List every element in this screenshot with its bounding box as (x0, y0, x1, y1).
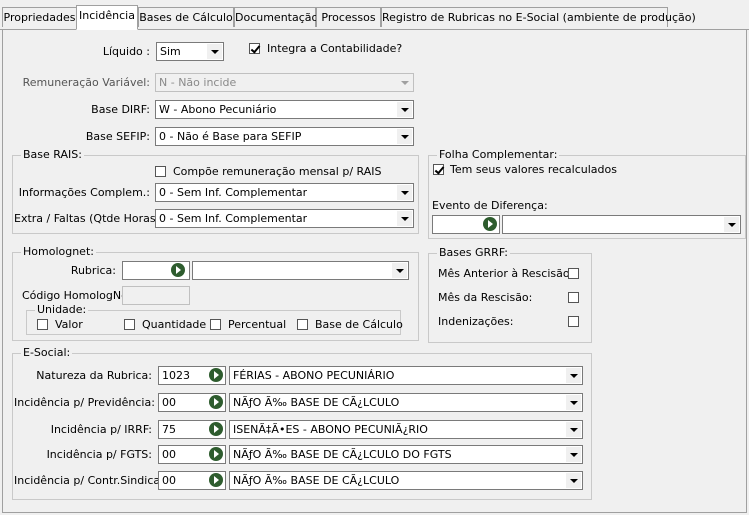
incidencia-contr-sindical-label: Incidência p/ Contr.Sindical: (14, 474, 167, 487)
base-rais-title: Base RAIS: (21, 148, 84, 162)
tab-documentacao[interactable]: Documentação (234, 7, 318, 27)
go-arrow-icon[interactable] (209, 422, 223, 436)
incidencia-contr-sindical-code-value: 00 (162, 474, 176, 487)
extra-faltas-value: 0 - Sem Inf. Complementar (159, 212, 308, 225)
natureza-rubrica-label: Natureza da Rubrica: (36, 369, 152, 382)
dirf-value: W - Abono Pecuniário (159, 103, 277, 116)
chevron-down-icon[interactable] (392, 263, 407, 278)
dirf-label: Base DIRF: (91, 103, 150, 116)
tab-bar: Propriedades Incidência Bases de Cálculo… (0, 0, 749, 30)
grrf-mes-rescisao-checkbox[interactable] (568, 292, 579, 303)
esocial-title: E-Social: (21, 346, 73, 360)
grrf-mes-anterior-checkbox[interactable] (568, 268, 579, 279)
grrf-indenizacoes-checkbox[interactable] (568, 316, 579, 327)
remuneracao-value: N - Não incide (159, 76, 237, 89)
unidade-title: Unidade: (35, 303, 89, 317)
chevron-down-icon[interactable] (397, 211, 412, 226)
remuneracao-label: Remuneração Variável: (22, 76, 150, 89)
incidencia-contr-sindical-select[interactable]: NÃƒO Ã‰ BASE DE CÃ¿LCULO (229, 471, 583, 490)
incidencia-irrf-value: ISENÃ‡Ã•ES - ABONO PECUNIÃ¿RIO (233, 423, 428, 436)
tab-bases-de-calculo[interactable]: Bases de Cálculo (138, 7, 234, 27)
dirf-select[interactable]: W - Abono Pecuniário (155, 100, 414, 119)
chevron-down-icon[interactable] (566, 447, 581, 462)
chevron-down-icon[interactable] (397, 185, 412, 200)
codigo-homolognet-input[interactable] (122, 286, 190, 305)
codigo-homolognet-label: Código HomologNet (22, 289, 133, 302)
evento-diferenca-label: Evento de Diferença: (432, 199, 548, 212)
grrf-mes-rescisao-label: Mês da Rescisão: (438, 291, 533, 304)
incidencia-fgts-select[interactable]: NÃƒO Ã‰ BASE DE CÃ¿LCULO DO FGTS (229, 445, 583, 464)
tab-propriedades[interactable]: Propriedades (2, 7, 77, 27)
chevron-down-icon[interactable] (566, 368, 581, 383)
go-arrow-icon[interactable] (209, 395, 223, 409)
evento-select[interactable] (502, 215, 741, 234)
chevron-down-icon[interactable] (566, 422, 581, 437)
incidencia-fgts-value: NÃƒO Ã‰ BASE DE CÃ¿LCULO DO FGTS (233, 448, 452, 461)
chevron-down-icon[interactable] (397, 129, 412, 144)
tab-processos[interactable]: Processos (316, 7, 381, 27)
incidencia-previdencia-label: Incidência p/ Previdência: (14, 396, 155, 409)
incidencia-irrf-label: Incidência p/ IRRF: (50, 423, 152, 436)
chevron-down-icon[interactable] (397, 75, 412, 90)
unidade-base-calculo-checkbox[interactable] (297, 319, 308, 330)
grrf-mes-anterior-label: Mês Anterior à Rescisão: (438, 267, 574, 280)
remuneracao-select[interactable]: N - Não incide (155, 73, 414, 92)
incidencia-fgts-code-value: 00 (162, 448, 176, 461)
go-arrow-icon[interactable] (209, 473, 223, 487)
unidade-valor-label: Valor (55, 318, 83, 331)
incidencia-irrf-code-value: 75 (162, 423, 176, 436)
sefip-value: 0 - Não é Base para SEFIP (159, 130, 302, 143)
incidencia-fgts-label: Incidência p/ FGTS: (46, 448, 152, 461)
chevron-down-icon[interactable] (397, 102, 412, 117)
compoe-rais-checkbox[interactable] (155, 166, 166, 177)
integra-checkbox[interactable] (249, 43, 260, 54)
bases-grrf-title: Bases GRRF: (437, 246, 511, 260)
tab-registro-esocial[interactable]: Registro de Rubricas no E-Social (ambien… (381, 7, 696, 27)
unidade-quantidade-checkbox[interactable] (124, 319, 135, 330)
info-complem-label: Informações Complem.: (18, 186, 150, 199)
integra-label: Integra a Contabilidade? (267, 42, 403, 55)
go-arrow-icon[interactable] (209, 447, 223, 461)
recalculados-checkbox[interactable] (433, 164, 444, 175)
folha-complementar-title: Folha Complementar: (437, 148, 560, 162)
chevron-down-icon[interactable] (724, 217, 739, 232)
go-arrow-icon[interactable] (209, 368, 223, 382)
chevron-down-icon[interactable] (566, 473, 581, 488)
unidade-percentual-label: Percentual (228, 318, 287, 331)
unidade-valor-checkbox[interactable] (37, 319, 48, 330)
grrf-indenizacoes-label: Indenizações: (438, 315, 514, 328)
chevron-down-icon[interactable] (207, 44, 222, 59)
natureza-rubrica-select[interactable]: FÉRIAS - ABONO PECUNIÁRIO (229, 366, 583, 385)
incidencia-previdencia-select[interactable]: NÃƒO Ã‰ BASE DE CÃ¿LCULO (229, 393, 583, 412)
extra-faltas-label: Extra / Faltas (Qtde Horas): (14, 212, 164, 225)
chevron-down-icon[interactable] (566, 395, 581, 410)
liquido-select[interactable]: Sim (156, 42, 224, 61)
incidencia-contr-sindical-value: NÃƒO Ã‰ BASE DE CÃ¿LCULO (233, 474, 400, 487)
rubrica-label: Rubrica: (70, 264, 116, 277)
extra-faltas-select[interactable]: 0 - Sem Inf. Complementar (155, 209, 414, 228)
incidencia-previdencia-code-value: 00 (162, 396, 176, 409)
natureza-rubrica-code-value: 1023 (162, 369, 190, 382)
liquido-label: Líquido : (102, 45, 150, 58)
rubrica-select[interactable] (192, 261, 409, 280)
unidade-percentual-checkbox[interactable] (210, 319, 221, 330)
sefip-select[interactable]: 0 - Não é Base para SEFIP (155, 127, 414, 146)
go-arrow-icon[interactable] (171, 263, 185, 277)
natureza-rubrica-value: FÉRIAS - ABONO PECUNIÁRIO (233, 369, 395, 382)
incidencia-previdencia-value: NÃƒO Ã‰ BASE DE CÃ¿LCULO (233, 396, 400, 409)
homolognet-title: Homolognet: (21, 245, 96, 259)
go-arrow-icon[interactable] (483, 217, 497, 231)
liquido-value: Sim (160, 45, 181, 58)
compoe-rais-label: Compõe remuneração mensal p/ RAIS (173, 165, 382, 178)
tab-incidencia[interactable]: Incidência (76, 5, 138, 30)
sefip-label: Base SEFIP: (85, 130, 150, 143)
unidade-base-calculo-label: Base de Cálculo (315, 318, 403, 331)
info-complem-value: 0 - Sem Inf. Complementar (159, 186, 308, 199)
unidade-quantidade-label: Quantidade (142, 318, 207, 331)
info-complem-select[interactable]: 0 - Sem Inf. Complementar (155, 183, 414, 202)
incidencia-irrf-select[interactable]: ISENÃ‡Ã•ES - ABONO PECUNIÃ¿RIO (229, 420, 583, 439)
recalculados-label: Tem seus valores recalculados (450, 163, 617, 176)
